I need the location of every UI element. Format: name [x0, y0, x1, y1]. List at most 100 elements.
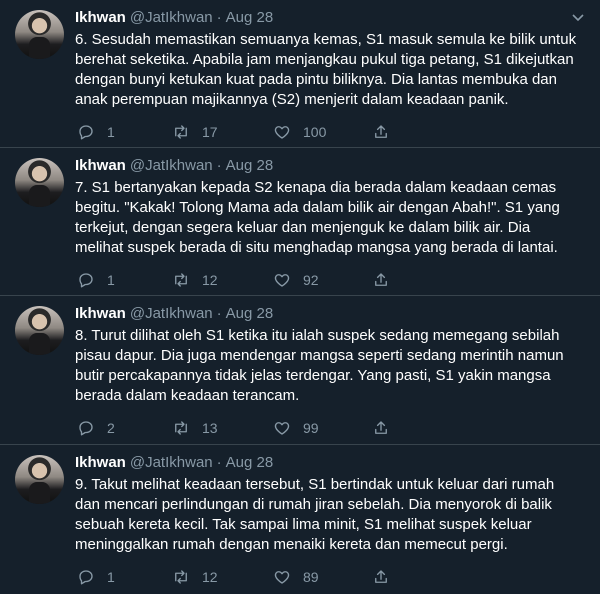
retweet-button[interactable]: 12: [172, 270, 218, 290]
tweet-actions: 1 17 100: [75, 122, 475, 142]
tweet-text-line: begitu. "Kakak! Tolong Mama ada dalam bi…: [75, 199, 560, 216]
tweet-9[interactable]: Ikhwan @JatIkhwan · Aug 28 9. Takut melihat…: [0, 445, 600, 594]
tweet-thread: Ikhwan @JatIkhwan · Aug 28 6. Sesudah memas…: [0, 0, 600, 594]
tweet-actions: 2 13 99: [75, 418, 475, 438]
tweet-text-line: dengan bunyi ketukan kuat pada pintu bil…: [75, 71, 557, 88]
tweet-body: Ikhwan @JatIkhwan · Aug 28 7. S1 bertanyaka…: [75, 156, 584, 288]
share-button[interactable]: [372, 270, 390, 290]
tweet-body: Ikhwan @JatIkhwan · Aug 28 6. Sesudah memas…: [75, 8, 584, 140]
like-count: 100: [303, 124, 327, 140]
separator-dot: ·: [216, 305, 222, 322]
retweet-count: 13: [202, 420, 218, 436]
tweet-header: Ikhwan @JatIkhwan · Aug 28: [75, 304, 584, 324]
reply-button[interactable]: 1: [77, 270, 115, 290]
reply-icon: [79, 125, 93, 140]
share-button[interactable]: [372, 567, 390, 587]
tweet-body: Ikhwan @JatIkhwan · Aug 28 8. Turut dilihat…: [75, 304, 584, 436]
retweet-count: 17: [202, 124, 218, 140]
chevron-down-icon[interactable]: [572, 14, 584, 22]
author-handle[interactable]: @JatIkhwan: [130, 9, 213, 26]
tweet-text-line: berada dalam keadaan terancam.: [75, 387, 300, 404]
reply-button[interactable]: 2: [77, 418, 115, 438]
tweet-8[interactable]: Ikhwan @JatIkhwan · Aug 28 8. Turut dilihat…: [0, 296, 600, 445]
like-button[interactable]: 89: [273, 567, 319, 587]
tweet-text-line: 7. S1 bertanyakan kepada S2 kenapa dia b…: [75, 179, 557, 196]
share-button[interactable]: [372, 418, 390, 438]
tweet-text-line: berehat seketika. Apabila jam menjangkau…: [75, 51, 574, 68]
reply-icon: [79, 570, 93, 585]
tweet-date[interactable]: Aug 28: [226, 305, 274, 322]
reply-icon: [79, 273, 93, 288]
author-handle[interactable]: @JatIkhwan: [130, 305, 213, 322]
tweet-text: 8. Turut dilihat oleh S1 ketika itu iala…: [75, 326, 580, 406]
like-button[interactable]: 92: [273, 270, 319, 290]
share-icon: [375, 421, 387, 434]
like-count: 99: [303, 420, 319, 436]
tweet-text-line: 8. Turut dilihat oleh S1 ketika itu iala…: [75, 327, 560, 344]
tweet-actions: 1 12 92: [75, 270, 475, 290]
tweet-text: 7. S1 bertanyakan kepada S2 kenapa dia b…: [75, 178, 580, 258]
tweet-text-line: 6. Sesudah memastikan semuanya kemas, S1…: [75, 31, 577, 48]
tweet-actions: 1 12 89: [75, 567, 475, 587]
retweet-button[interactable]: 12: [172, 567, 218, 587]
tweet-text-line: butir percakapannya tidak jelas terdenga…: [75, 367, 551, 384]
tweet-header: Ikhwan @JatIkhwan · Aug 28: [75, 453, 584, 473]
reply-count: 1: [107, 569, 115, 585]
tweet-text-line: anak perempuan majikannya (S2) menjerit …: [75, 91, 509, 108]
retweet-icon: [175, 273, 187, 287]
retweet-icon: [175, 125, 187, 139]
tweet-text: 9. Takut melihat keadaan tersebut, S1 be…: [75, 475, 580, 555]
share-icon: [375, 570, 387, 583]
like-button[interactable]: 99: [273, 418, 319, 438]
retweet-count: 12: [202, 569, 218, 585]
tweet-6[interactable]: Ikhwan @JatIkhwan · Aug 28 6. Sesudah memas…: [0, 0, 600, 148]
share-icon: [375, 273, 387, 286]
reply-count: 1: [107, 124, 115, 140]
tweet-text-line: melihat suspek berada di situ menghadap …: [75, 239, 558, 256]
tweet-date[interactable]: Aug 28: [226, 9, 274, 26]
retweet-button[interactable]: 13: [172, 418, 218, 438]
tweet-text-line: meninggalkan rumah dengan menaiki kereta…: [75, 536, 508, 553]
author-name[interactable]: Ikhwan: [75, 305, 126, 322]
reply-button[interactable]: 1: [77, 567, 115, 587]
tweet-text: 6. Sesudah memastikan semuanya kemas, S1…: [75, 30, 580, 110]
share-button[interactable]: [372, 122, 390, 142]
author-name[interactable]: Ikhwan: [75, 454, 126, 471]
tweet-date[interactable]: Aug 28: [226, 157, 274, 174]
retweet-count: 12: [202, 272, 218, 288]
avatar[interactable]: [15, 306, 64, 355]
share-icon: [375, 125, 387, 138]
like-icon: [274, 422, 290, 435]
author-name[interactable]: Ikhwan: [75, 157, 126, 174]
avatar[interactable]: [15, 10, 64, 59]
reply-button[interactable]: 1: [77, 122, 115, 142]
reply-icon: [79, 421, 93, 436]
author-handle[interactable]: @JatIkhwan: [130, 157, 213, 174]
avatar[interactable]: [15, 455, 64, 504]
tweet-text-line: sebuah kereta kecil. Tak sampai lima min…: [75, 516, 532, 533]
tweet-body: Ikhwan @JatIkhwan · Aug 28 9. Takut melihat…: [75, 453, 584, 585]
like-count: 89: [303, 569, 319, 585]
tweet-7[interactable]: Ikhwan @JatIkhwan · Aug 28 7. S1 bertanyaka…: [0, 148, 600, 296]
like-button[interactable]: 100: [273, 122, 326, 142]
separator-dot: ·: [216, 9, 222, 26]
author-handle[interactable]: @JatIkhwan: [130, 454, 213, 471]
tweet-text-line: 9. Takut melihat keadaan tersebut, S1 be…: [75, 476, 555, 493]
tweet-text-line: dan mencari perlindungan di rumah jiran …: [75, 496, 552, 513]
tweet-text-line: pisau dapur. Dia juga mendengar mangsa s…: [75, 347, 564, 364]
like-count: 92: [303, 272, 319, 288]
retweet-button[interactable]: 17: [172, 122, 218, 142]
reply-count: 2: [107, 420, 115, 436]
like-icon: [274, 571, 290, 584]
separator-dot: ·: [216, 454, 222, 471]
avatar[interactable]: [15, 158, 64, 207]
tweet-date[interactable]: Aug 28: [226, 454, 274, 471]
reply-count: 1: [107, 272, 115, 288]
like-icon: [274, 274, 290, 287]
tweet-header: Ikhwan @JatIkhwan · Aug 28: [75, 8, 584, 28]
tweet-header: Ikhwan @JatIkhwan · Aug 28: [75, 156, 584, 176]
retweet-icon: [175, 570, 187, 584]
tweet-text-line: terkejut, dengan segera keluar dan menje…: [75, 219, 531, 236]
separator-dot: ·: [216, 157, 222, 174]
author-name[interactable]: Ikhwan: [75, 9, 126, 26]
